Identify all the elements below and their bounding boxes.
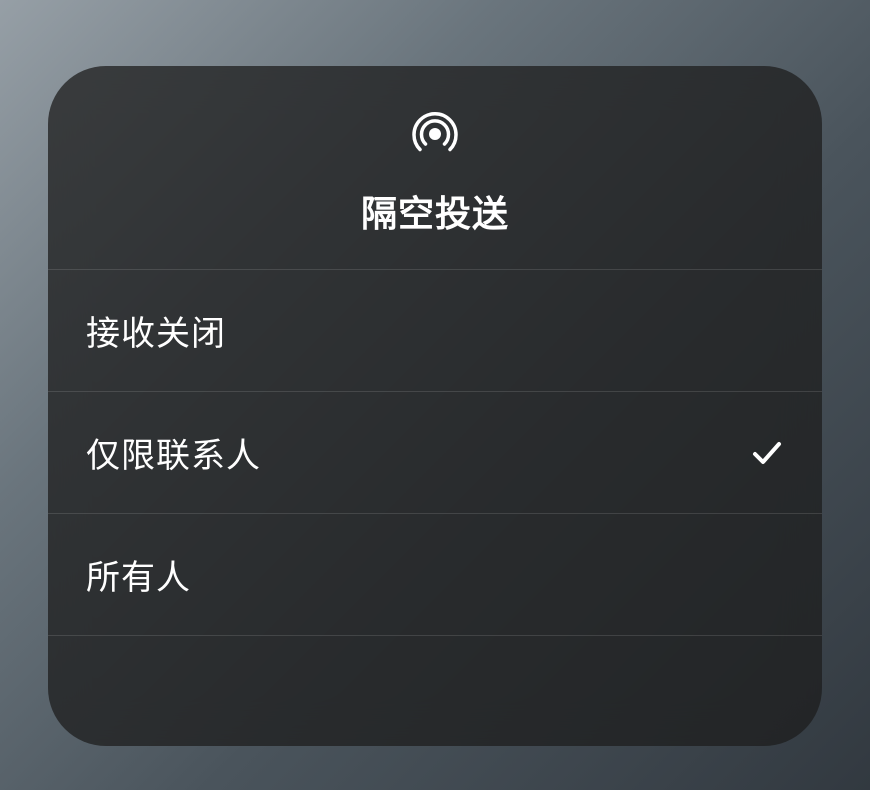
checkmark-icon (750, 436, 784, 470)
airdrop-panel: 隔空投送 接收关闭 仅限联系人 所有人 (48, 66, 822, 746)
option-label: 仅限联系人 (86, 428, 261, 477)
option-receiving-off[interactable]: 接收关闭 (48, 270, 822, 392)
airdrop-icon (407, 106, 463, 167)
option-label: 所有人 (86, 550, 191, 599)
option-everyone[interactable]: 所有人 (48, 514, 822, 636)
panel-title: 隔空投送 (361, 185, 509, 237)
option-contacts-only[interactable]: 仅限联系人 (48, 392, 822, 514)
option-label: 接收关闭 (86, 306, 226, 355)
panel-header: 隔空投送 (48, 66, 822, 270)
